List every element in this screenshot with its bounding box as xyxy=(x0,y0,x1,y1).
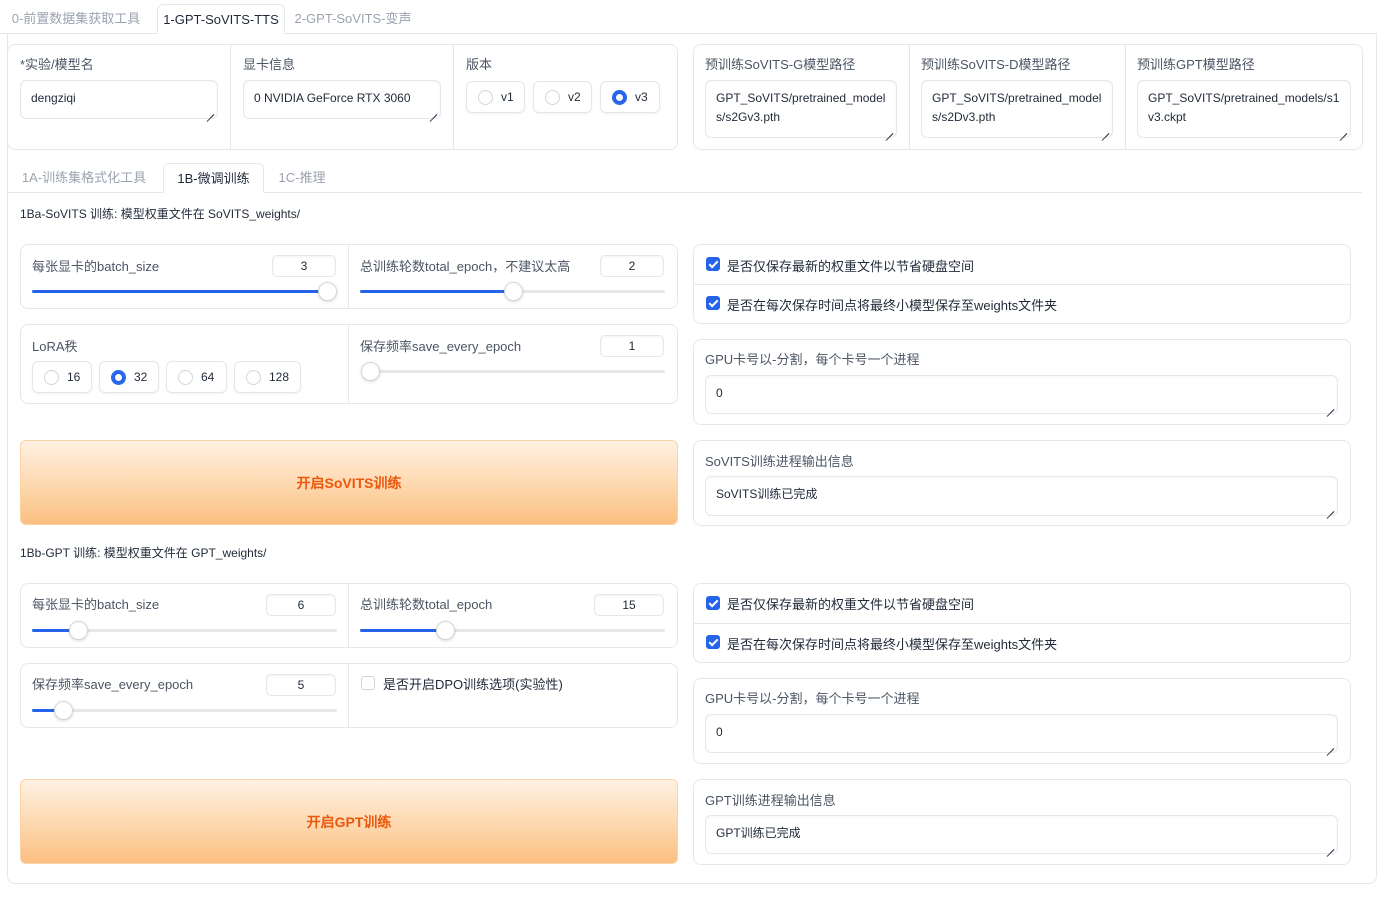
slider-thumb[interactable] xyxy=(436,621,455,640)
gpt-output-label: GPT训练进程输出信息 xyxy=(705,793,836,808)
slider-thumb[interactable] xyxy=(361,362,380,381)
sovits-output-label: SoVITS训练进程输出信息 xyxy=(705,454,854,469)
resize-handle-icon[interactable] xyxy=(428,106,437,115)
gpt-save-latest-label: 是否仅保存最新的权重文件以节省硬盘空间 xyxy=(727,597,975,612)
gpt-params-row1 xyxy=(20,583,678,648)
gpt-pretrained-path-field[interactable]: GPT_SoVITS/pretrained_models/s1v3.ckpt xyxy=(1137,80,1351,138)
radio-icon xyxy=(178,369,193,385)
resize-handle-icon[interactable] xyxy=(1325,740,1334,749)
gpt-section-title: 1Bb-GPT 训练: 模型权重文件在 GPT_weights/ xyxy=(20,546,267,560)
radio-icon xyxy=(44,369,59,385)
gpt-batch-size-label: 每张显卡的batch_size xyxy=(32,597,160,612)
lora-rank-label: LoRA秩 xyxy=(32,339,78,354)
gpt-batch-size-input[interactable]: 6 xyxy=(266,594,336,616)
gpt-params-row2 xyxy=(20,663,678,728)
gpt-output-value: GPT训练已完成 xyxy=(716,826,801,840)
gpt-total-epoch-input[interactable]: 15 xyxy=(594,594,664,616)
version-option-v3[interactable]: v3 xyxy=(600,81,660,113)
gpt-save-every-weights-checkbox[interactable] xyxy=(706,635,720,649)
sovits-batch-size-label: 每张显卡的batch_size xyxy=(32,259,160,274)
sovits-save-every-slider[interactable] xyxy=(361,362,665,381)
sovits-save-latest-checkbox[interactable] xyxy=(706,257,720,271)
resize-handle-icon[interactable] xyxy=(884,125,893,134)
sovits-g-path-value: GPT_SoVITS/pretrained_models/s2Gv3.pth xyxy=(716,91,886,124)
sovits-total-epoch-label: 总训练轮数total_epoch，不建议太高 xyxy=(360,259,571,274)
slider-thumb[interactable] xyxy=(69,621,88,640)
dpo-label: 是否开启DPO训练选项(实验性) xyxy=(383,677,563,692)
gpt-save-every-slider[interactable] xyxy=(32,701,337,720)
sovits-save-every-input[interactable]: 1 xyxy=(600,335,664,357)
slider-thumb[interactable] xyxy=(54,701,73,720)
sovits-save-every-weights-checkbox[interactable] xyxy=(706,296,720,310)
sovits-d-path-value: GPT_SoVITS/pretrained_models/s2Dv3.pth xyxy=(932,91,1102,124)
gpt-total-epoch-slider[interactable] xyxy=(360,621,665,640)
resize-handle-icon[interactable] xyxy=(205,106,214,115)
gpt-save-latest-checkbox[interactable] xyxy=(706,596,720,610)
resize-handle-icon[interactable] xyxy=(1325,841,1334,850)
gpt-save-every-weights-label: 是否在每次保存时间点将最终小模型保存至weights文件夹 xyxy=(727,637,1058,652)
lora-option-32[interactable]: 32 xyxy=(99,361,159,393)
radio-icon xyxy=(246,369,261,385)
gpt-total-epoch-label: 总训练轮数total_epoch xyxy=(360,597,493,612)
tab-gpt-sovits-tts[interactable]: 1-GPT-SoVITS-TTS xyxy=(157,4,285,34)
version-option-v1[interactable]: v1 xyxy=(466,81,525,113)
resize-handle-icon[interactable] xyxy=(1338,125,1347,134)
version-option-v2[interactable]: v2 xyxy=(533,81,592,113)
tab-dataset-format[interactable]: 1A-训练集格式化工具 xyxy=(14,163,154,193)
radio-icon xyxy=(478,89,493,105)
radio-selected-icon xyxy=(612,89,627,105)
gpt-batch-size-slider[interactable] xyxy=(32,621,337,640)
sovits-total-epoch-slider[interactable] xyxy=(360,282,665,301)
gpt-pretrained-path-value: GPT_SoVITS/pretrained_models/s1v3.ckpt xyxy=(1148,91,1340,124)
start-gpt-training-button[interactable]: 开启GPT训练 xyxy=(20,779,678,864)
sovits-g-path-field[interactable]: GPT_SoVITS/pretrained_models/s2Gv3.pth xyxy=(705,80,897,138)
gpu-info-field[interactable]: 0 NVIDIA GeForce RTX 3060 xyxy=(243,80,441,119)
lora-option-64[interactable]: 64 xyxy=(166,361,227,393)
sovits-output-value: SoVITS训练已完成 xyxy=(716,487,818,501)
lora-option-16[interactable]: 16 xyxy=(32,361,92,393)
gpt-save-every-input[interactable]: 5 xyxy=(266,674,336,696)
slider-thumb[interactable] xyxy=(318,282,337,301)
tab-finetune[interactable]: 1B-微调训练 xyxy=(163,163,264,193)
slider-thumb[interactable] xyxy=(504,282,523,301)
sovits-d-label: 预训练SoVITS-D模型路径 xyxy=(921,57,1071,72)
sovits-output-field[interactable]: SoVITS训练已完成 xyxy=(705,476,1338,516)
gpt-save-every-label: 保存频率save_every_epoch xyxy=(32,677,194,692)
sovits-gpu-numbers-field[interactable]: 0 xyxy=(705,375,1338,414)
tab-voice-change[interactable]: 2-GPT-SoVITS-变声 xyxy=(292,4,414,34)
sovits-save-every-weights-label: 是否在每次保存时间点将最终小模型保存至weights文件夹 xyxy=(727,298,1058,313)
gpt-pretrained-label: 预训练GPT模型路径 xyxy=(1137,57,1255,72)
sovits-save-every-label: 保存频率save_every_epoch xyxy=(360,339,522,354)
start-sovits-training-button[interactable]: 开启SoVITS训练 xyxy=(20,440,678,525)
sovits-total-epoch-input[interactable]: 2 xyxy=(600,255,664,277)
sovits-d-path-field[interactable]: GPT_SoVITS/pretrained_models/s2Dv3.pth xyxy=(921,80,1113,138)
sovits-save-latest-label: 是否仅保存最新的权重文件以节省硬盘空间 xyxy=(727,259,975,274)
resize-handle-icon[interactable] xyxy=(1325,503,1334,512)
sovits-batch-size-input[interactable]: 3 xyxy=(272,255,336,277)
version-label: 版本 xyxy=(466,57,493,72)
resize-handle-icon[interactable] xyxy=(1325,401,1334,410)
gpt-gpu-numbers-field[interactable]: 0 xyxy=(705,714,1338,753)
gpt-gpu-numbers-label: GPU卡号以-分割，每个卡号一个进程 xyxy=(705,691,920,706)
exp-name-label: *实验/模型名 xyxy=(20,57,94,72)
sovits-section-title: 1Ba-SoVITS 训练: 模型权重文件在 SoVITS_weights/ xyxy=(20,207,301,221)
sovits-gpu-numbers-label: GPU卡号以-分割，每个卡号一个进程 xyxy=(705,352,920,367)
sovits-g-label: 预训练SoVITS-G模型路径 xyxy=(705,57,856,72)
resize-handle-icon[interactable] xyxy=(1100,125,1109,134)
tab-inference[interactable]: 1C-推理 xyxy=(272,163,332,193)
radio-selected-icon xyxy=(111,369,126,385)
gpu-info-value: 0 NVIDIA GeForce RTX 3060 xyxy=(254,91,411,105)
exp-name-field[interactable]: dengziqi xyxy=(20,80,218,119)
sovits-params-row1 xyxy=(20,244,678,309)
dpo-checkbox[interactable] xyxy=(361,676,375,690)
gpt-gpu-numbers-value: 0 xyxy=(716,725,723,739)
gpt-output-field[interactable]: GPT训练已完成 xyxy=(705,815,1338,854)
lora-option-128[interactable]: 128 xyxy=(234,361,301,393)
gpu-info-label: 显卡信息 xyxy=(243,57,296,72)
tab-dataset-tools[interactable]: 0-前置数据集获取工具 xyxy=(2,4,150,34)
sovits-batch-size-slider[interactable] xyxy=(32,282,337,301)
exp-name-value: dengziqi xyxy=(31,91,76,105)
sovits-gpu-numbers-value: 0 xyxy=(716,386,723,400)
radio-icon xyxy=(545,89,560,105)
